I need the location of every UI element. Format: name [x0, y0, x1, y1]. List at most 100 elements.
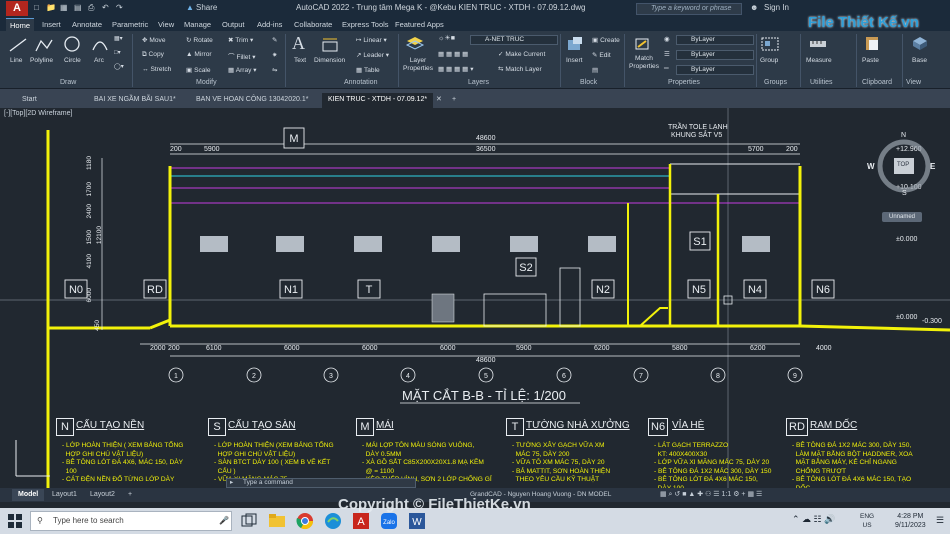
text-button[interactable]: Text [294, 57, 306, 64]
add-layout-icon[interactable]: + [122, 489, 138, 501]
move-button[interactable]: ✥ Move [142, 36, 165, 44]
viewcube-top[interactable]: TOP [897, 162, 909, 168]
tab-insert[interactable]: Insert [38, 18, 65, 31]
unnamed-ucs-button[interactable]: Unnamed [882, 212, 922, 222]
layer-tools-row2[interactable]: ▦ ▦ ▦ ▦ [438, 50, 468, 58]
match-properties-icon[interactable] [632, 36, 652, 52]
modify-panel-label[interactable]: Modify [196, 79, 217, 86]
linetype-dropdown[interactable]: ByLayer [676, 65, 754, 75]
color-wheel-icon[interactable]: ◉ [664, 35, 670, 43]
match-layer-button[interactable]: ⇆ Match Layer [498, 65, 542, 73]
notification-icon[interactable]: ☰ [936, 515, 944, 526]
measure-icon[interactable] [808, 36, 828, 52]
group-icon[interactable] [760, 36, 780, 52]
array-button[interactable]: ▦ Array ▾ [228, 66, 257, 74]
search-input[interactable]: Type a keyword or phrase [636, 3, 742, 15]
color-dropdown[interactable]: ByLayer [676, 35, 754, 45]
rect-small-icon[interactable]: □▾ [114, 49, 121, 56]
dimension-button[interactable]: Dimension [314, 57, 345, 64]
sign-in-button[interactable]: Sign In [764, 3, 789, 12]
tab-kien-truc[interactable]: KIEN TRUC - XTDH - 07.09.12* [322, 93, 434, 108]
linetype-icon[interactable]: ═ [664, 65, 669, 72]
linear-button[interactable]: ↦ Linear ▾ [356, 36, 387, 44]
share-icon[interactable]: ▲ [186, 3, 194, 12]
status-tools[interactable]: ▦ ⌕ ↺ ■ ▲ ✚ ⚇ ☰ 1:1 ⚙ + ▦ ☰ [660, 490, 762, 499]
new-tab-icon[interactable]: + [446, 93, 462, 108]
taskbar-search-input[interactable]: ⚲ Type here to search 🎤 [30, 511, 232, 531]
explode-icon[interactable]: ✷ [272, 51, 278, 59]
task-view-icon[interactable] [240, 512, 258, 530]
tab-collaborate[interactable]: Collaborate [290, 18, 336, 31]
tab-annotate[interactable]: Annotate [68, 18, 106, 31]
circle-button[interactable]: Circle [64, 57, 81, 64]
command-line-input[interactable]: ▸ Type a command [226, 478, 416, 488]
viewcube-east[interactable]: E [930, 162, 935, 171]
tab-start[interactable]: Start [16, 93, 43, 108]
edit-block-button[interactable]: ✎ Edit [592, 51, 611, 59]
create-block-button[interactable]: ▣ Create [592, 36, 620, 44]
share-button[interactable]: Share [196, 3, 217, 12]
arc-button[interactable]: Arc [94, 57, 104, 64]
tab-layout1[interactable]: Layout1 [46, 489, 83, 501]
tab-home[interactable]: Home [6, 18, 35, 31]
paste-icon[interactable] [862, 35, 882, 51]
system-tray-icons[interactable]: ⌃ ☁ ☷ 🔊 [792, 514, 835, 525]
stretch-button[interactable]: ↔ Stretch [142, 66, 171, 73]
line-icon[interactable] [8, 37, 28, 53]
windows-start-icon[interactable] [8, 514, 22, 528]
polyline-button[interactable]: Polyline [30, 57, 53, 64]
block-attr-icon[interactable]: ▤ [592, 66, 598, 74]
file-explorer-icon[interactable] [268, 512, 286, 530]
tab-output[interactable]: Output [218, 18, 249, 31]
paste-button[interactable]: Paste [862, 57, 879, 64]
insert-button[interactable]: Insert [566, 57, 583, 64]
viewport-controls[interactable]: [-][Top][2D Wireframe] [4, 110, 72, 117]
user-icon[interactable]: ☻ [750, 3, 758, 12]
base-view-icon[interactable] [910, 35, 930, 51]
autocad-taskbar-icon[interactable]: A [352, 512, 370, 530]
app-menu-button[interactable]: A [6, 1, 28, 16]
annotation-panel-label[interactable]: Annotation [344, 79, 377, 86]
new-file-icon[interactable]: □ [34, 3, 39, 12]
layer-properties-button[interactable]: Layer Properties [402, 57, 434, 73]
tab-model[interactable]: Model [12, 489, 45, 501]
block-panel-label[interactable]: Block [580, 79, 597, 86]
word-icon[interactable]: W [408, 512, 426, 530]
polyline-icon[interactable] [34, 37, 54, 53]
table-button[interactable]: ▦ Table [356, 66, 380, 74]
zalo-icon[interactable]: Zalo [380, 512, 398, 530]
hatch-small-icon[interactable]: ▦▾ [114, 35, 123, 42]
edge-icon[interactable] [324, 512, 342, 530]
tab-bai-xe-ngam[interactable]: BAI XE NGẦM BÃI SAU1* [88, 93, 182, 108]
leader-button[interactable]: ↗ Leader ▾ [356, 51, 389, 59]
match-properties-button[interactable]: Match Properties [626, 55, 662, 71]
copy-button[interactable]: ⧉ Copy [142, 51, 164, 59]
tab-view[interactable]: View [154, 18, 178, 31]
redo-icon[interactable]: ↷ [116, 3, 123, 12]
make-current-button[interactable]: ✓ Make Current [498, 50, 545, 58]
tab-featured-apps[interactable]: Featured Apps [391, 18, 448, 31]
groups-panel-label[interactable]: Groups [764, 79, 787, 86]
lineweight-dropdown[interactable]: ByLayer [676, 50, 754, 60]
arc-icon[interactable] [90, 36, 110, 52]
properties-panel-label[interactable]: Properties [668, 79, 700, 86]
tab-ban-ve-hoan-cong[interactable]: BAN VE HOAN CÔNG 13042020.1* [190, 93, 314, 108]
fillet-button[interactable]: ⌒ Fillet ▾ [228, 51, 256, 61]
offset-icon[interactable]: ⇋ [272, 66, 278, 74]
circle-icon[interactable] [62, 36, 82, 52]
mirror-button[interactable]: ▲ Mirror [186, 51, 212, 58]
draw-panel-label[interactable]: Draw [60, 79, 76, 86]
line-button[interactable]: Line [10, 57, 22, 64]
chrome-icon[interactable] [296, 512, 314, 530]
viewcube-south[interactable]: S [902, 190, 907, 197]
base-button[interactable]: Base [912, 57, 927, 64]
ellipse-small-icon[interactable]: ◯▾ [114, 63, 124, 70]
dimension-icon[interactable] [320, 37, 340, 53]
view-panel-label[interactable]: View [906, 79, 921, 86]
layer-properties-icon[interactable] [405, 35, 425, 51]
tab-manage[interactable]: Manage [180, 18, 215, 31]
layer-tools-row3[interactable]: ▦ ▦ ▦ ▦ ▾ [438, 65, 474, 73]
save-as-icon[interactable]: ▤ [74, 3, 82, 12]
layers-panel-label[interactable]: Layers [468, 79, 489, 86]
tab-layout2[interactable]: Layout2 [84, 489, 121, 501]
